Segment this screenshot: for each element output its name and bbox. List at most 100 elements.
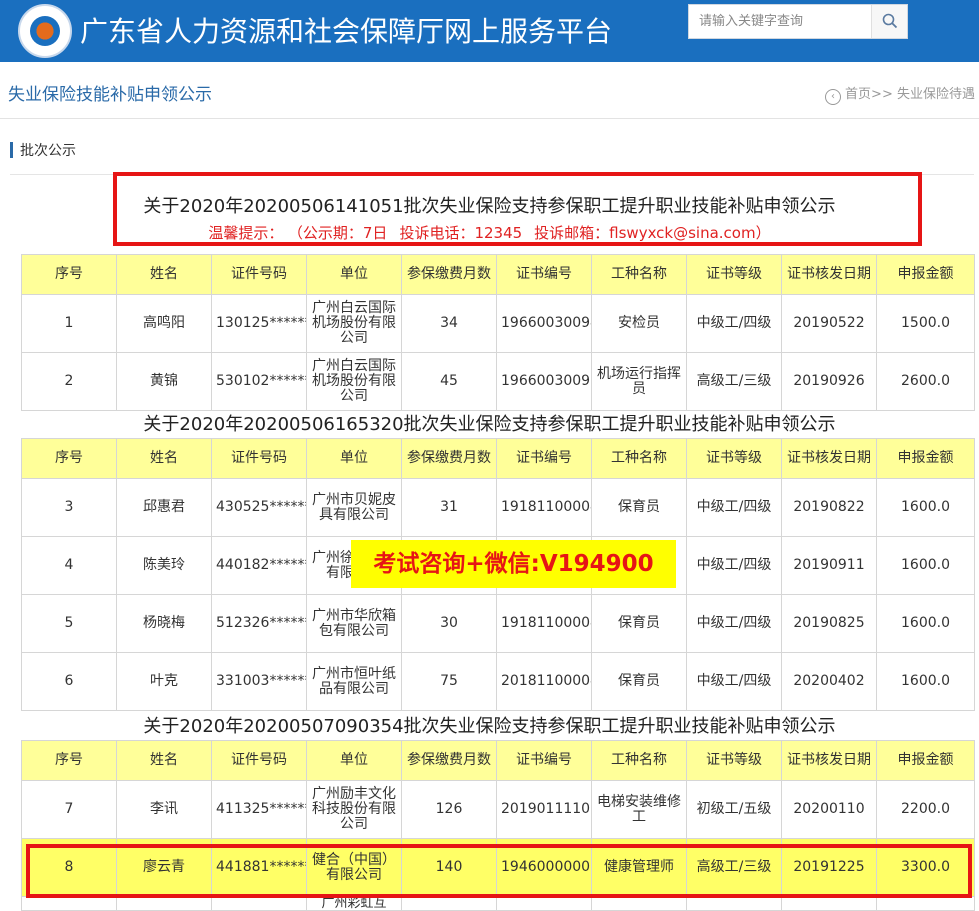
table-cell: 广州励丰文化科技股份有限公司 bbox=[306, 780, 402, 839]
column-header: 证书核发日期 bbox=[781, 438, 877, 479]
table-cell: 512326********4143 bbox=[211, 594, 307, 653]
table-cell: 75 bbox=[401, 652, 497, 711]
table-row: 6叶克331003********0033广州市恒叶纸品有限公司75201811… bbox=[21, 652, 975, 711]
page-title: 失业保险技能补贴申领公示 bbox=[8, 85, 212, 105]
table-cell: 20190825 bbox=[781, 594, 877, 653]
table-cell: 1600.0 bbox=[876, 478, 975, 537]
column-header: 参保缴费月数 bbox=[401, 740, 497, 781]
column-header: 证书等级 bbox=[686, 740, 782, 781]
table-cell: 初级工/五级 bbox=[686, 780, 782, 839]
column-header: 工种名称 bbox=[591, 740, 687, 781]
table-cell: 1918110000403254 bbox=[496, 478, 592, 537]
column-header: 申报金额 bbox=[876, 740, 975, 781]
batch-table: 序号 姓名 证件号码 单位 参保缴费月数 证书编号 工种名称 证书等级 证书核发日期 申报金额 1 高… bbox=[21, 254, 975, 411]
table-cell: 7 bbox=[21, 780, 117, 839]
table-cell: 中级工/四级 bbox=[686, 294, 782, 353]
table-cell: 2 bbox=[21, 352, 117, 411]
table-cell: 黄锦 bbox=[116, 352, 212, 411]
table-cell: 3 bbox=[21, 478, 117, 537]
table-row: 5杨晓梅512326********4143广州市华欣箱包有限公司3019181… bbox=[21, 594, 975, 653]
table-cell: 1500.0 bbox=[876, 294, 975, 353]
table-cell: 中级工/四级 bbox=[686, 594, 782, 653]
table-cell: 2600.0 bbox=[876, 352, 975, 411]
table-cell: 1918110000403910 bbox=[496, 594, 592, 653]
table-cell: 保育员 bbox=[591, 652, 687, 711]
table-cell: 广州白云国际机场股份有限公司 bbox=[306, 294, 402, 353]
ad-overlay: 考试咨询+微信:V194900 bbox=[351, 540, 676, 588]
column-header: 证件号码 bbox=[211, 740, 307, 781]
table-row: 7李讯411325********3513广州励丰文化科技股份有限公司12620… bbox=[21, 780, 975, 839]
table-row: 3邱惠君430525********8566广州市贝妮皮具有限公司3119181… bbox=[21, 478, 975, 537]
column-header: 证件号码 bbox=[211, 254, 307, 295]
table-row: 1高鸣阳130125********002X广州白云国际机场股份有限公司3419… bbox=[21, 294, 975, 353]
table-cell: 2200.0 bbox=[876, 780, 975, 839]
top-header: 广东省人力资源和社会保障厅网上服务平台 bbox=[0, 0, 979, 62]
breadcrumb-current[interactable]: 失业保险待遇 bbox=[897, 87, 975, 102]
table-header-row: 序号 姓名 证件号码 单位 参保缴费月数 证书编号 工种名称 证书等级 证书核发日期 申报金额 bbox=[21, 254, 975, 295]
breadcrumb-home-link[interactable]: 首页>> bbox=[845, 87, 893, 102]
search-box bbox=[688, 4, 908, 39]
table-cell: 广州市华欣箱包有限公司 bbox=[306, 594, 402, 653]
table-cell: 邱惠君 bbox=[116, 478, 212, 537]
table-cell: 20200402 bbox=[781, 652, 877, 711]
table-cell: 1 bbox=[21, 294, 117, 353]
table-cell: 20190926 bbox=[781, 352, 877, 411]
table-cell: 430525********8566 bbox=[211, 478, 307, 537]
table-cell: 30 bbox=[401, 594, 497, 653]
table-cell bbox=[591, 896, 687, 911]
table-header-row: 序号 姓名 证件号码 单位 参保缴费月数 证书编号 工种名称 证书等级 证书核发日期 申报金额 bbox=[21, 740, 975, 781]
table-cell: 20190822 bbox=[781, 478, 877, 537]
column-header: 单位 bbox=[306, 438, 402, 479]
table-row: 2黄锦530102********2420广州白云国际机场股份有限公司45196… bbox=[21, 352, 975, 411]
column-header: 序号 bbox=[21, 438, 117, 479]
table-cell bbox=[876, 896, 975, 911]
table-cell: 2019011110500001 bbox=[496, 780, 592, 839]
table-cell: 高级工/三级 bbox=[686, 352, 782, 411]
table-cell: 高鸣阳 bbox=[116, 294, 212, 353]
table-cell: 411325********3513 bbox=[211, 780, 307, 839]
table-cell: 广州白云国际机场股份有限公司 bbox=[306, 352, 402, 411]
table-cell: 34 bbox=[401, 294, 497, 353]
table-cell: 530102********2420 bbox=[211, 352, 307, 411]
table-cell: 1600.0 bbox=[876, 536, 975, 595]
section-marker bbox=[10, 142, 13, 158]
table-cell: 6 bbox=[21, 652, 117, 711]
batch-title: 关于2020年20200507090354批次失业保险支持参保职工提升职业技能补… bbox=[143, 716, 836, 737]
table-cell: 安检员 bbox=[591, 294, 687, 353]
table-cell bbox=[401, 896, 497, 911]
back-circle-icon: ‹ bbox=[825, 89, 842, 105]
search-icon bbox=[882, 13, 897, 29]
column-header: 参保缴费月数 bbox=[401, 254, 497, 295]
table-cell: 杨晓梅 bbox=[116, 594, 212, 653]
table-cell: 机场运行指挥员 bbox=[591, 352, 687, 411]
table-cell: 2018110000400684 bbox=[496, 652, 592, 711]
table-cell: 中级工/四级 bbox=[686, 478, 782, 537]
breadcrumb: ‹ 首页>> 失业保险待遇 bbox=[825, 83, 975, 105]
table-cell: 广州市贝妮皮具有限公司 bbox=[306, 478, 402, 537]
site-title[interactable]: 广东省人力资源和社会保障厅网上服务平台 bbox=[80, 10, 612, 50]
table-cell: 5 bbox=[21, 594, 117, 653]
table-cell: 20190911 bbox=[781, 536, 877, 595]
table-cell: 叶克 bbox=[116, 652, 212, 711]
column-header: 证书编号 bbox=[496, 438, 592, 479]
table-cell: 保育员 bbox=[591, 594, 687, 653]
table-cell: 电梯安装维修工 bbox=[591, 780, 687, 839]
column-header: 证书等级 bbox=[686, 438, 782, 479]
table-cell: 1600.0 bbox=[876, 594, 975, 653]
annotation-box bbox=[113, 172, 922, 246]
search-input[interactable] bbox=[689, 5, 872, 38]
emblem-logo-icon[interactable] bbox=[18, 4, 72, 58]
table-cell: 1966003009300292 bbox=[496, 352, 592, 411]
table-cell: 20190522 bbox=[781, 294, 877, 353]
table-cell bbox=[21, 896, 117, 911]
column-header: 序号 bbox=[21, 254, 117, 295]
table-cell: 广州市恒叶纸品有限公司 bbox=[306, 652, 402, 711]
table-cell: 广州彩虹互 bbox=[306, 896, 402, 911]
table-cell bbox=[116, 896, 212, 911]
table-cell: 31 bbox=[401, 478, 497, 537]
table-cell bbox=[781, 896, 877, 911]
column-header: 单位 bbox=[306, 254, 402, 295]
search-button[interactable] bbox=[871, 5, 907, 38]
table-cell: 440182********0968 bbox=[211, 536, 307, 595]
column-header: 工种名称 bbox=[591, 438, 687, 479]
